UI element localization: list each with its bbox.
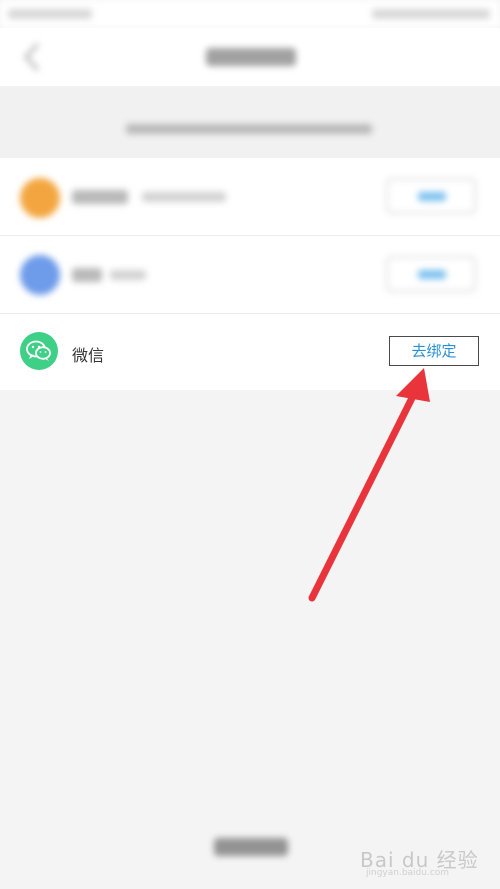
bind-wechat-button[interactable]: 去绑定 bbox=[389, 336, 479, 366]
account-row-1 bbox=[0, 158, 500, 236]
nav-bar bbox=[0, 28, 500, 86]
watermark-sub: jingyan.baidu.com bbox=[366, 868, 450, 878]
hint-strip bbox=[0, 86, 500, 158]
account-name-placeholder bbox=[72, 268, 102, 282]
account-detail-placeholder bbox=[110, 270, 146, 280]
account-avatar bbox=[20, 178, 60, 218]
account-name-placeholder bbox=[72, 190, 128, 204]
account-action-button[interactable] bbox=[386, 178, 476, 214]
status-bar bbox=[0, 0, 500, 28]
account-avatar bbox=[20, 255, 60, 295]
back-arrow-icon[interactable] bbox=[18, 40, 48, 74]
page-title-placeholder bbox=[206, 48, 296, 66]
account-row-2 bbox=[0, 236, 500, 314]
wechat-avatar bbox=[20, 332, 58, 370]
footer-link-placeholder[interactable] bbox=[214, 838, 288, 856]
wechat-label: 微信 bbox=[72, 346, 105, 365]
wechat-icon bbox=[26, 340, 51, 361]
account-action-button[interactable] bbox=[386, 256, 476, 292]
baidu-jingyan-watermark: Bai du 经验 jingyan.baidu.com bbox=[360, 840, 492, 884]
account-detail-placeholder bbox=[142, 192, 226, 202]
account-row-wechat: 微信 去绑定 bbox=[0, 314, 500, 392]
account-list: 微信 去绑定 bbox=[0, 158, 500, 390]
hint-text-placeholder bbox=[126, 124, 372, 134]
